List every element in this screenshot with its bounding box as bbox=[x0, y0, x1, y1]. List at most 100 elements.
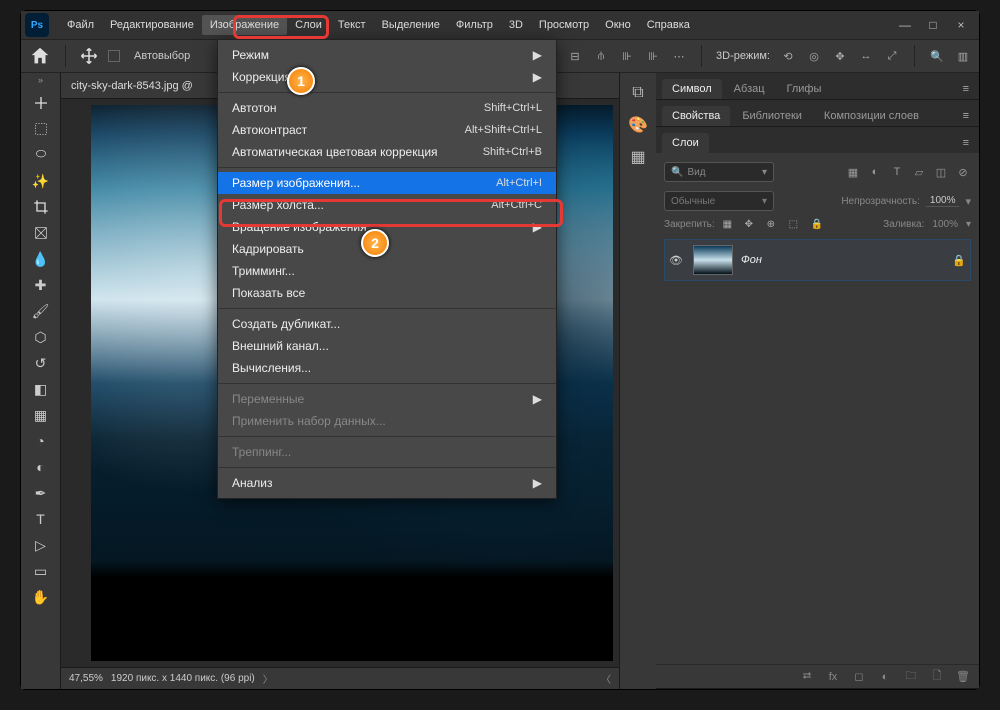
more-icon[interactable]: ⋯ bbox=[671, 48, 687, 64]
fill-value[interactable]: 100% bbox=[932, 219, 958, 230]
link-layers-icon[interactable]: ⮂ bbox=[799, 669, 815, 685]
filter-pixel-icon[interactable]: ▦ bbox=[845, 164, 861, 180]
status-arrow-icon[interactable]: 〉 bbox=[263, 671, 273, 686]
menu-item-автоконтраст[interactable]: АвтоконтрастAlt+Shift+Ctrl+L bbox=[218, 119, 556, 141]
zoom-value[interactable]: 47,55% bbox=[69, 673, 103, 684]
menu-item-вращение-изображения[interactable]: Вращение изображения▶ bbox=[218, 216, 556, 238]
brush-tool[interactable]: 🖌 bbox=[28, 299, 54, 323]
tab-paragraph[interactable]: Абзац bbox=[724, 79, 775, 99]
move-tool[interactable] bbox=[28, 91, 54, 115]
filter-toggle-icon[interactable]: ⊘ bbox=[955, 164, 971, 180]
menu-item-коррекция[interactable]: Коррекция▶ bbox=[218, 66, 556, 88]
marquee-tool[interactable] bbox=[28, 117, 54, 141]
menu-item-вычисления-[interactable]: Вычисления... bbox=[218, 357, 556, 379]
color-panel-icon[interactable]: 🎨 bbox=[628, 115, 648, 135]
menu-image[interactable]: Изображение bbox=[202, 15, 287, 35]
dodge-tool[interactable]: ◐ bbox=[28, 455, 54, 479]
layer-thumbnail[interactable] bbox=[693, 245, 733, 275]
filter-smart-icon[interactable]: ◫ bbox=[933, 164, 949, 180]
3d-slide-icon[interactable]: ↔ bbox=[858, 48, 874, 64]
history-panel-icon[interactable]: ⧉ bbox=[628, 83, 648, 103]
blend-mode-dropdown[interactable]: Обычные ▾ bbox=[664, 191, 774, 211]
lock-nested-icon[interactable]: ⊕ bbox=[767, 219, 781, 230]
move-tool-icon[interactable] bbox=[80, 47, 98, 65]
pen-tool[interactable]: ✒ bbox=[28, 481, 54, 505]
lock-position-icon[interactable]: ✥ bbox=[745, 219, 759, 230]
tab-glyphs[interactable]: Глифы bbox=[777, 79, 832, 99]
menu-item-анализ[interactable]: Анализ▶ bbox=[218, 472, 556, 494]
menu-edit[interactable]: Редактирование bbox=[102, 15, 202, 35]
menu-layer[interactable]: Слои bbox=[287, 15, 330, 35]
toolbox-expand-icon[interactable]: » bbox=[38, 75, 43, 85]
workspace-icon[interactable]: ▥ bbox=[955, 48, 971, 64]
align-icon-1[interactable]: ⊟ bbox=[567, 48, 583, 64]
path-tool[interactable]: ▷ bbox=[28, 533, 54, 557]
menu-item-размер-холста-[interactable]: Размер холста...Alt+Ctrl+C bbox=[218, 194, 556, 216]
eraser-tool[interactable]: ◧ bbox=[28, 377, 54, 401]
menu-view[interactable]: Просмотр bbox=[531, 15, 597, 35]
lock-pixels-icon[interactable]: ▦ bbox=[723, 219, 737, 230]
hand-tool[interactable]: ✋ bbox=[28, 585, 54, 609]
tab-layer-comps[interactable]: Композиции слоев bbox=[814, 106, 929, 126]
align-icon-4[interactable]: ⊪ bbox=[645, 48, 661, 64]
layer-name[interactable]: Фон bbox=[741, 254, 944, 266]
group-icon[interactable]: 🗀 bbox=[903, 669, 919, 685]
filter-type-icon[interactable]: T bbox=[889, 164, 905, 180]
tab-character[interactable]: Символ bbox=[662, 79, 722, 99]
history-brush-tool[interactable]: ↺ bbox=[28, 351, 54, 375]
3d-pan-icon[interactable]: ✥ bbox=[832, 48, 848, 64]
delete-layer-icon[interactable]: 🗑 bbox=[955, 669, 971, 685]
layer-row[interactable]: 👁 Фон 🔒 bbox=[664, 239, 971, 281]
minimize-button[interactable]: — bbox=[891, 18, 919, 32]
menu-item-тримминг-[interactable]: Тримминг... bbox=[218, 260, 556, 282]
panel-menu-icon-3[interactable]: ≡ bbox=[959, 133, 973, 153]
wand-tool[interactable]: ✨ bbox=[28, 169, 54, 193]
shape-tool[interactable]: ▭ bbox=[28, 559, 54, 583]
menu-window[interactable]: Окно bbox=[597, 15, 639, 35]
align-icon-2[interactable]: ⫛ bbox=[593, 48, 609, 64]
adjustment-layer-icon[interactable]: ◐ bbox=[877, 669, 893, 685]
3d-scale-icon[interactable]: ⤢ bbox=[884, 48, 900, 64]
tab-layers[interactable]: Слои bbox=[662, 133, 709, 153]
menu-type[interactable]: Текст bbox=[330, 15, 374, 35]
filter-shape-icon[interactable]: ▱ bbox=[911, 164, 927, 180]
lock-icon[interactable]: 🔒 bbox=[952, 254, 966, 267]
status-left-icon[interactable]: 〈 bbox=[601, 671, 611, 686]
3d-roll-icon[interactable]: ◎ bbox=[806, 48, 822, 64]
search-icon[interactable]: 🔍 bbox=[929, 48, 945, 64]
menu-item-показать-все[interactable]: Показать все bbox=[218, 282, 556, 304]
type-tool[interactable]: T bbox=[28, 507, 54, 531]
menu-filter[interactable]: Фильтр bbox=[448, 15, 501, 35]
opacity-value[interactable]: 100% bbox=[926, 195, 960, 207]
menu-item-автотон[interactable]: АвтотонShift+Ctrl+L bbox=[218, 97, 556, 119]
gradient-tool[interactable]: ▦ bbox=[28, 403, 54, 427]
menu-item-внешний-канал-[interactable]: Внешний канал... bbox=[218, 335, 556, 357]
close-button[interactable]: × bbox=[947, 18, 975, 32]
menu-3d[interactable]: 3D bbox=[501, 15, 531, 35]
menu-item-размер-изображения-[interactable]: Размер изображения...Alt+Ctrl+I bbox=[218, 172, 556, 194]
maximize-button[interactable]: □ bbox=[919, 18, 947, 32]
panel-menu-icon-2[interactable]: ≡ bbox=[959, 106, 973, 126]
layer-style-icon[interactable]: fx bbox=[825, 669, 841, 685]
auto-select-checkbox[interactable] bbox=[108, 50, 120, 62]
healing-tool[interactable]: ✚ bbox=[28, 273, 54, 297]
eyedropper-tool[interactable]: 💧 bbox=[28, 247, 54, 271]
filter-adjust-icon[interactable]: ◐ bbox=[867, 164, 883, 180]
menu-item-создать-дубликат-[interactable]: Создать дубликат... bbox=[218, 313, 556, 335]
home-icon[interactable] bbox=[29, 45, 51, 67]
frame-tool[interactable] bbox=[28, 221, 54, 245]
tab-properties[interactable]: Свойства bbox=[662, 106, 730, 126]
lock-all-icon[interactable]: 🔒 bbox=[811, 219, 825, 230]
menu-item-автоматическая-цветовая-коррекция[interactable]: Автоматическая цветовая коррекцияShift+C… bbox=[218, 141, 556, 163]
lasso-tool[interactable] bbox=[28, 143, 54, 167]
menu-file[interactable]: Файл bbox=[59, 15, 102, 35]
align-icon-3[interactable]: ⊪ bbox=[619, 48, 635, 64]
swatches-panel-icon[interactable]: ▦ bbox=[628, 147, 648, 167]
3d-orbit-icon[interactable]: ⟲ bbox=[780, 48, 796, 64]
menu-select[interactable]: Выделение bbox=[374, 15, 448, 35]
crop-tool[interactable] bbox=[28, 195, 54, 219]
visibility-icon[interactable]: 👁 bbox=[669, 254, 685, 267]
stamp-tool[interactable]: ⬡ bbox=[28, 325, 54, 349]
tab-libraries[interactable]: Библиотеки bbox=[732, 106, 812, 126]
blur-tool[interactable]: ◔ bbox=[28, 429, 54, 453]
